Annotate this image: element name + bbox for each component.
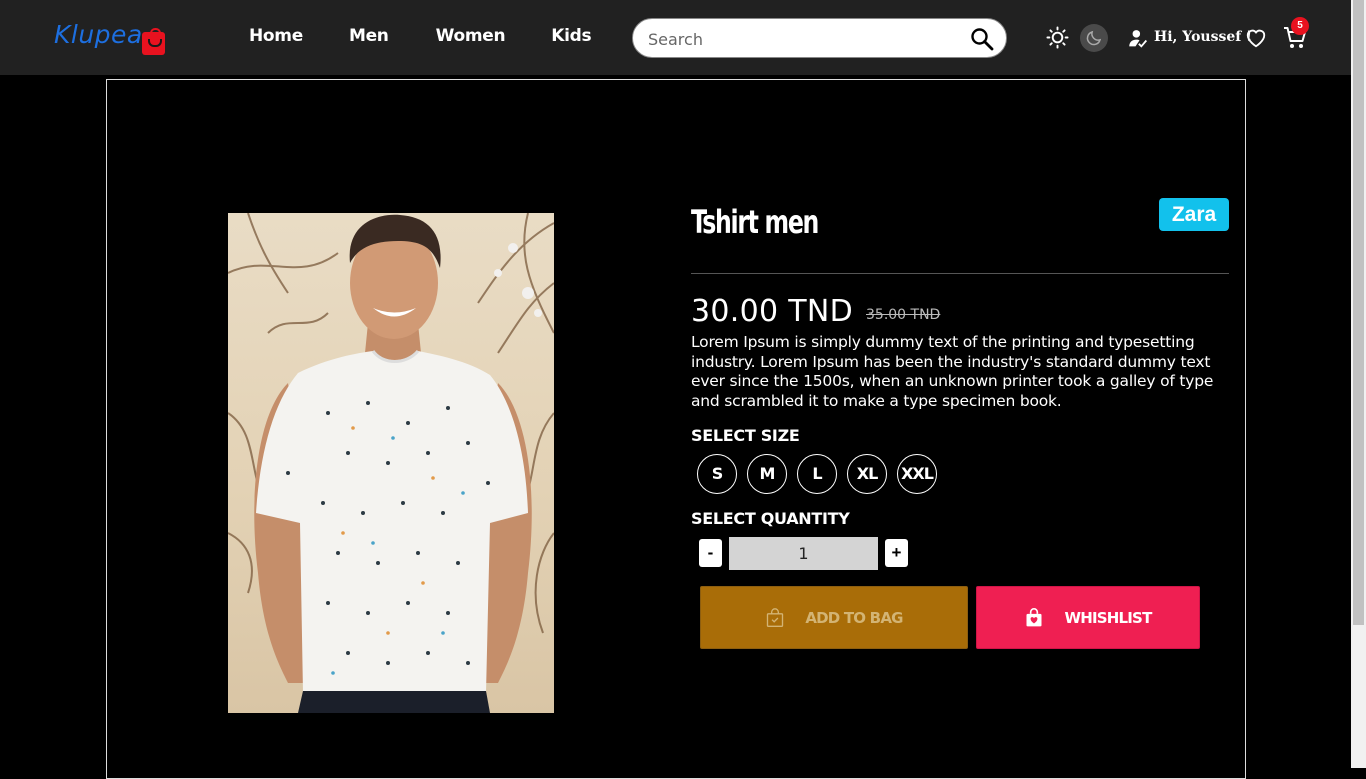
add-to-bag-label: ADD TO BAG: [805, 608, 903, 627]
quantity-decrease-button[interactable]: -: [699, 539, 722, 567]
search-bar: [632, 18, 1007, 58]
heart-icon[interactable]: [1245, 27, 1267, 49]
product-price: 30.00 TND: [691, 294, 853, 329]
size-options: S M L XL XXL: [697, 454, 947, 494]
navbar: Klupea Home Men Women Kids Hi, Yous: [0, 0, 1351, 75]
original-price: 35.00 TND: [866, 307, 941, 323]
size-option-xl[interactable]: XL: [847, 454, 887, 494]
dark-mode-toggle[interactable]: [1080, 24, 1108, 52]
product-description: Lorem Ipsum is simply dummy text of the …: [691, 333, 1214, 410]
title-divider: [691, 273, 1229, 274]
wishlist-button[interactable]: WHISHLIST: [976, 586, 1200, 649]
nav-home[interactable]: Home: [249, 26, 303, 46]
shopping-bag-heart-icon: [1026, 607, 1042, 626]
product-image: [228, 213, 554, 713]
size-option-s[interactable]: S: [697, 454, 737, 494]
user-greeting[interactable]: Hi, Youssef !: [1154, 29, 1252, 45]
user-check-icon[interactable]: [1128, 28, 1148, 48]
quantity-label: SELECT QUANTITY: [691, 509, 850, 528]
product-title: Tshirt men: [691, 203, 819, 241]
brand-badge: Zara: [1159, 198, 1229, 231]
logo[interactable]: Klupea: [54, 20, 165, 55]
quantity-input[interactable]: 1: [729, 537, 878, 570]
add-to-bag-button[interactable]: ADD TO BAG: [700, 586, 968, 649]
page-scrollbar[interactable]: [1351, 0, 1366, 768]
nav-kids[interactable]: Kids: [551, 26, 591, 46]
logo-text: Klupea: [54, 20, 143, 49]
wishlist-label: WHISHLIST: [1064, 608, 1152, 627]
size-label: SELECT SIZE: [691, 426, 800, 445]
quantity-increase-button[interactable]: +: [885, 539, 908, 567]
scrollbar-thumb[interactable]: [1353, 0, 1364, 625]
moon-icon: [1086, 30, 1102, 46]
search-icon[interactable]: [970, 27, 994, 51]
product-photo: [228, 213, 554, 713]
size-option-m[interactable]: M: [747, 454, 787, 494]
nav-women[interactable]: Women: [436, 26, 506, 46]
size-option-xxl[interactable]: XXL: [897, 454, 937, 494]
search-input[interactable]: [648, 27, 948, 51]
sun-icon[interactable]: [1046, 26, 1069, 49]
size-option-l[interactable]: L: [797, 454, 837, 494]
shopping-bag-logo-icon: [141, 28, 165, 55]
cart-count-badge: 5: [1291, 17, 1309, 35]
shopping-bag-check-icon: [767, 607, 784, 627]
nav-men[interactable]: Men: [349, 26, 389, 46]
main-nav: Home Men Women Kids: [249, 26, 637, 46]
